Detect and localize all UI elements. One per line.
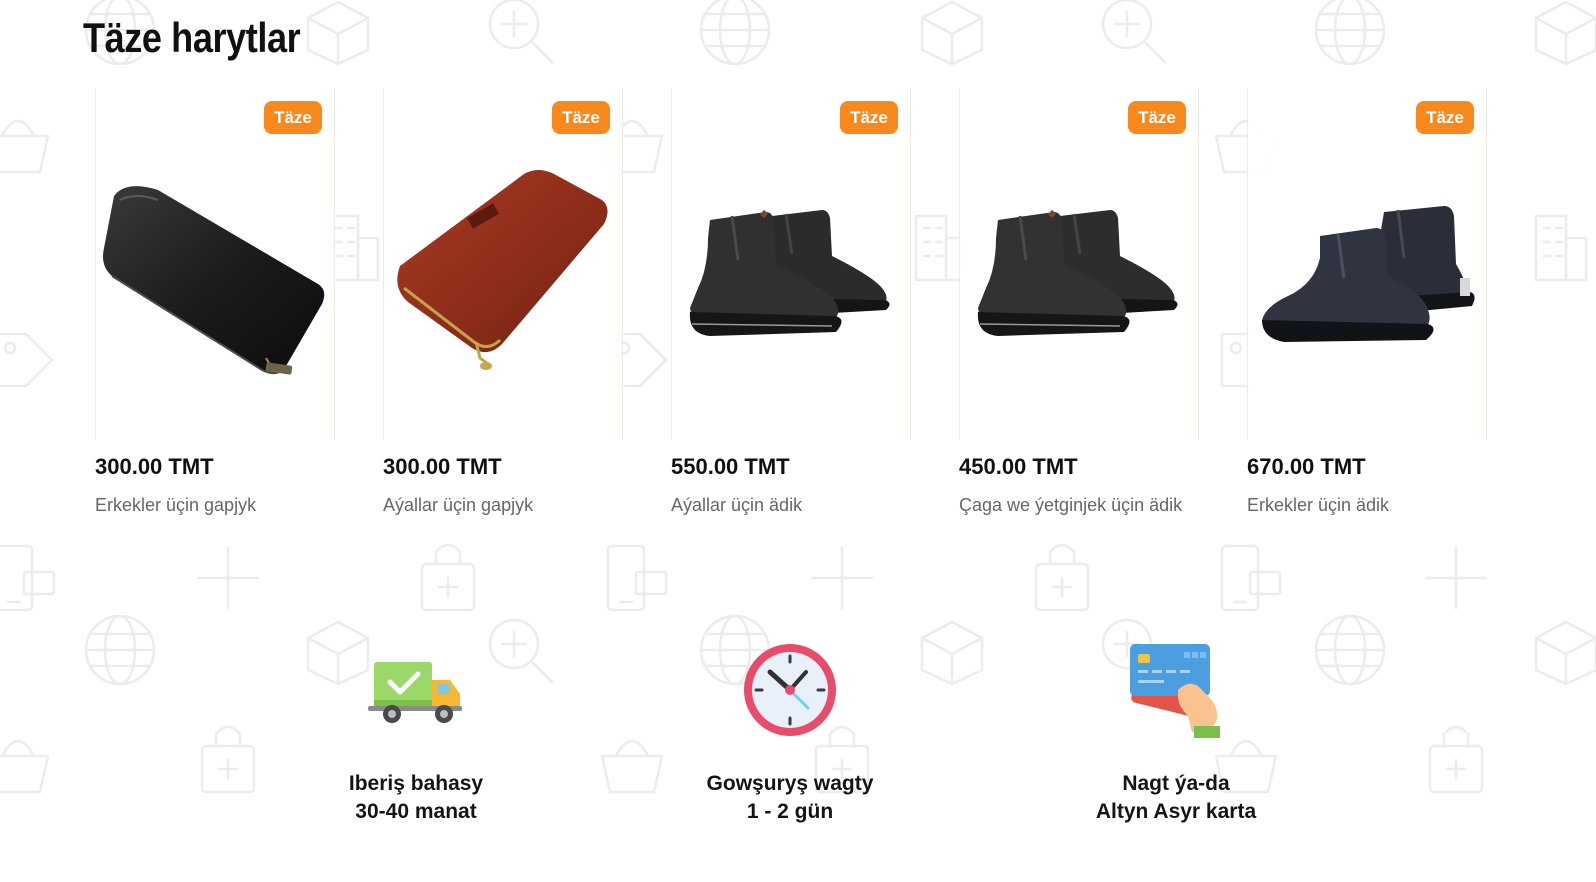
product-card[interactable]: Täze 550.00 TMT Aýallar üçin ädik <box>671 88 911 528</box>
feature-text: Nagt ýa-da Altyn Asyr karta <box>1056 770 1296 826</box>
feature-payment: Nagt ýa-da Altyn Asyr karta <box>1056 640 1296 826</box>
product-name[interactable]: Aýallar üçin ädik <box>671 495 802 516</box>
product-card[interactable]: Täze 450.00 TMT Çaga we ýetginjek üçin ä… <box>959 88 1199 528</box>
product-image[interactable]: Täze <box>671 88 911 440</box>
feature-value: Altyn Asyr karta <box>1095 800 1257 823</box>
section-title: Täze harytlar <box>83 14 301 61</box>
feature-title: Gowşuryş wagty <box>706 772 874 795</box>
new-badge: Täze <box>552 101 610 134</box>
product-name[interactable]: Çaga we ýetginjek üçin ädik <box>959 495 1182 516</box>
product-image[interactable]: Täze <box>959 88 1199 440</box>
feature-delivery-time: Gowşuryş wagty 1 - 2 gün <box>670 640 910 826</box>
new-badge: Täze <box>840 101 898 134</box>
new-badge: Täze <box>1416 101 1474 134</box>
feature-title: Nagt ýa-da <box>1122 772 1230 795</box>
feature-delivery: Iberiş bahasy 30-40 manat <box>296 640 536 826</box>
feature-title: Iberiş bahasy <box>348 772 484 795</box>
product-card[interactable]: Täze 670.00 TMT Erkekler üçin ädik <box>1247 88 1487 528</box>
wallet-image <box>397 170 608 370</box>
product-image[interactable]: Täze <box>1247 88 1487 440</box>
boots-image <box>1262 206 1475 342</box>
boots-image <box>977 209 1178 336</box>
product-price: 670.00 TMT <box>1247 454 1366 479</box>
product-price: 550.00 TMT <box>671 454 790 479</box>
product-price: 450.00 TMT <box>959 454 1078 479</box>
service-features: Iberiş bahasy 30-40 manat Gowşuryş wagty… <box>0 640 1596 840</box>
product-card[interactable]: Täze 300.00 TMT Erkekler üçin gapjyk <box>95 88 335 528</box>
product-name[interactable]: Aýallar üçin gapjyk <box>383 495 533 516</box>
product-card[interactable]: Täze 300.00 TMT Aýallar üçin gapjyk <box>383 88 623 528</box>
product-price: 300.00 TMT <box>383 454 502 479</box>
feature-value: 1 - 2 gün <box>746 800 834 823</box>
clock-icon <box>744 644 836 736</box>
feature-text: Iberiş bahasy 30-40 manat <box>296 770 536 826</box>
new-badge: Täze <box>264 101 322 134</box>
feature-value: 30-40 manat <box>355 800 477 823</box>
payment-card-icon <box>1130 644 1220 738</box>
new-badge: Täze <box>1128 101 1186 134</box>
product-name[interactable]: Erkekler üçin ädik <box>1247 495 1389 516</box>
product-price: 300.00 TMT <box>95 454 214 479</box>
product-name[interactable]: Erkekler üçin gapjyk <box>95 495 256 516</box>
product-image[interactable]: Täze <box>95 88 335 440</box>
product-image[interactable]: Täze <box>383 88 623 440</box>
product-list: Täze 300.00 TMT Erkekler üçin gapjyk Täz… <box>0 88 1596 538</box>
delivery-truck-icon <box>368 662 462 723</box>
boots-image <box>689 209 890 336</box>
feature-text: Gowşuryş wagty 1 - 2 gün <box>670 770 910 826</box>
wallet-image <box>103 186 325 375</box>
